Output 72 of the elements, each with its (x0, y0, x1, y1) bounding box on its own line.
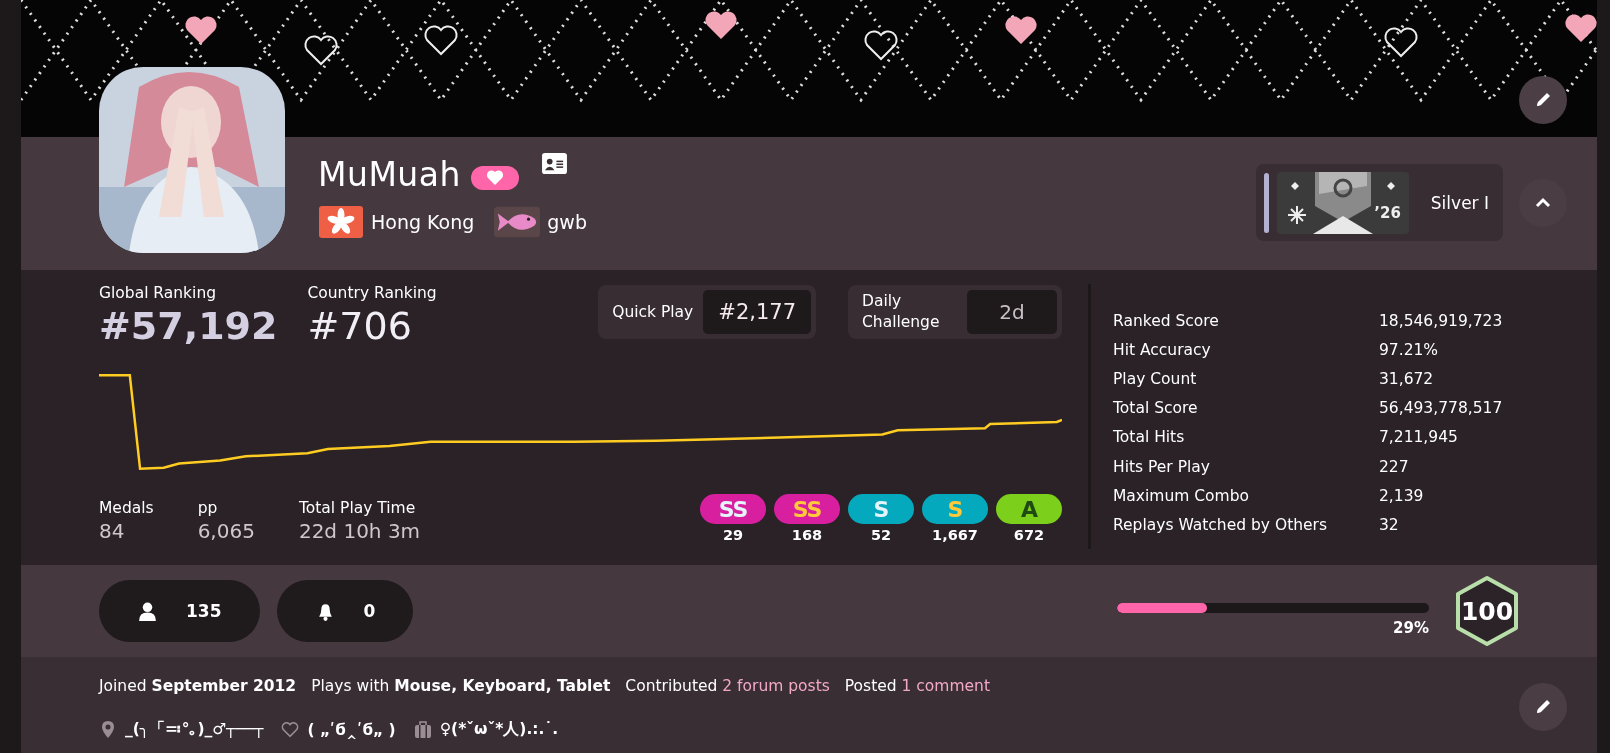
stat-label: Ranked Score (1113, 311, 1220, 330)
profile-extra-text: ( „ʹϭ‸ʹϭ„ ) (307, 720, 396, 739)
grade-badge: A (996, 494, 1062, 524)
grade-badge: S (922, 494, 988, 524)
info-link[interactable]: 2 forum posts (722, 677, 830, 695)
stat-value: 56,493,778,517 (1379, 399, 1503, 418)
season-year: ’26 (1374, 203, 1401, 222)
username: MuMuah (318, 155, 461, 194)
mode-value: 2d (967, 290, 1057, 334)
rank-value: #57,192 (99, 304, 278, 348)
stat-value: 97.21% (1379, 340, 1439, 359)
profile-extra-text: ♀(*ˇωˇ*人).:.˙. (439, 719, 559, 740)
grade-count: 29 (722, 527, 744, 543)
stat-value: 31,672 (1379, 369, 1434, 388)
grade-count: 52 (870, 527, 892, 543)
rank-value: #706 (307, 304, 413, 348)
heart-icon (484, 167, 505, 188)
stat-label: Replays Watched by Others (1113, 515, 1328, 534)
stat-value: 227 (1379, 457, 1409, 476)
followers-button[interactable]: 135 (99, 580, 260, 642)
mode-label: Daily Challenge (862, 291, 941, 333)
mode-card[interactable]: Daily Challenge 2d (848, 285, 1062, 339)
briefcase-icon (413, 720, 432, 739)
stat-label: Hit Accuracy (1113, 340, 1212, 359)
summary-label: Medals (99, 499, 154, 517)
grade-count: 1,667 (932, 527, 978, 543)
map-pin-icon (99, 720, 117, 739)
summary-label: Total Play Time (298, 499, 417, 517)
stat-label: Total Hits (1113, 428, 1186, 447)
badge-accent-bar (1263, 172, 1269, 233)
rank-label: Country Ranking (307, 284, 437, 302)
progress-percent: 29% (1393, 619, 1429, 637)
grade-badge: SS (700, 494, 766, 524)
fish-icon[interactable] (494, 206, 541, 238)
grade-badge: SS (774, 494, 840, 524)
rank-label: Global Ranking (99, 284, 218, 302)
country-name[interactable]: Hong Kong (371, 211, 475, 233)
summary-value: 84 (99, 519, 126, 543)
grade-count: 168 (791, 527, 823, 543)
info-link[interactable]: 1 comment (901, 677, 990, 695)
supporter-tag[interactable] (470, 165, 519, 190)
summary-label: pp (197, 499, 219, 517)
summary-value: 22d 10h 3m (298, 519, 421, 543)
stat-value: 18,546,919,723 (1379, 311, 1503, 330)
stat-value: 32 (1379, 515, 1399, 534)
stat-label: Play Count (1113, 369, 1198, 388)
heart-outline-icon (281, 720, 300, 739)
grade-count: 672 (1013, 527, 1045, 543)
profile-info-text: Plays with Mouse, Keyboard, Tablet (311, 677, 611, 695)
summary-value: 6,065 (197, 519, 255, 543)
mode-value: #2,177 (703, 290, 811, 334)
stat-label: Hits Per Play (1113, 457, 1211, 476)
team-name[interactable]: gwb (547, 211, 587, 233)
stat-value: 7,211,945 (1379, 428, 1458, 447)
flag-icon[interactable] (318, 206, 364, 238)
stat-value: 2,139 (1379, 486, 1424, 505)
season-badge-icon (1276, 171, 1409, 234)
profile-info-text: Joined September 2012 (99, 677, 297, 695)
profile-info-text: Contributed 2 forum posts (625, 677, 830, 695)
edit-profile-button[interactable] (1519, 683, 1567, 731)
stat-label: Total Score (1113, 399, 1199, 418)
stat-label: Maximum Combo (1113, 486, 1251, 505)
user-icon (137, 600, 158, 622)
season-rank: Silver I (1430, 192, 1489, 213)
collapse-button[interactable] (1519, 179, 1567, 227)
notifications-button[interactable]: 0 (276, 580, 414, 642)
grade-badge: S (848, 494, 914, 524)
profile-info-text: Posted 1 comment (844, 677, 990, 695)
mode-card[interactable]: Quick Play #2,177 (598, 285, 816, 339)
id-card-icon[interactable] (540, 152, 568, 175)
profile-extra-text: _(╮「≕°｡)_♂┬──┬ (125, 719, 264, 740)
mode-label: Quick Play (612, 301, 694, 323)
